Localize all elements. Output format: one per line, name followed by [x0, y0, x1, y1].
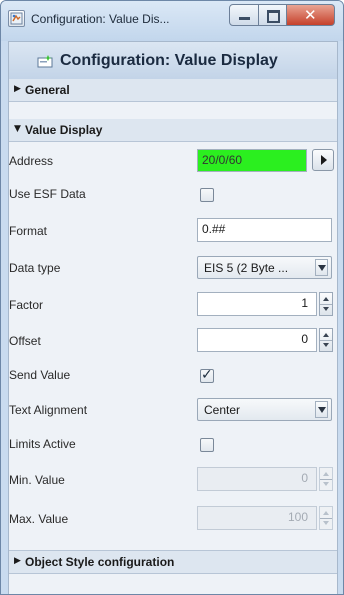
address-label: Address: [9, 154, 54, 168]
section-value-display[interactable]: ▼ Value Display: [9, 119, 337, 142]
min-value-field[interactable]: 0: [197, 467, 317, 491]
maximize-button[interactable]: [259, 4, 287, 26]
factor-field[interactable]: 1: [197, 292, 317, 316]
address-browse-button[interactable]: [312, 149, 334, 171]
section-general[interactable]: ▶ General: [9, 79, 337, 102]
spin-up-icon: [323, 511, 329, 515]
limits-active-checkbox[interactable]: [200, 438, 214, 452]
dropdown-arrow-icon: [315, 259, 328, 276]
factor-spinner[interactable]: [319, 292, 333, 316]
send-value-label: Send Value: [9, 368, 71, 382]
format-label: Format: [9, 224, 48, 238]
max-value-label: Max. Value: [9, 512, 69, 526]
use-esf-label: Use ESF Data: [9, 187, 86, 201]
window-title: Configuration: Value Dis...: [31, 12, 170, 26]
text-alignment-label: Text Alignment: [9, 403, 88, 417]
checkmark-icon: ✓: [201, 367, 213, 383]
limits-active-label: Limits Active: [9, 437, 76, 451]
spin-down-icon: [323, 307, 329, 311]
send-value-checkbox[interactable]: ✓: [200, 367, 214, 383]
offset-field[interactable]: 0: [197, 328, 317, 352]
max-value-spinner[interactable]: [319, 506, 333, 530]
maximize-icon: [267, 10, 280, 23]
max-value-field[interactable]: 100: [197, 506, 317, 530]
panel-title: Configuration: Value Display: [60, 52, 278, 69]
spin-up-icon: [323, 297, 329, 301]
close-button[interactable]: ✕: [287, 4, 335, 26]
section-object-style-label: Object Style configuration: [25, 555, 175, 569]
spin-up-icon: [323, 472, 329, 476]
edit-sparkle-icon: [37, 55, 53, 68]
data-type-label: Data type: [9, 261, 61, 275]
panel-header: Configuration: Value Display: [9, 42, 337, 80]
play-arrow-icon: [321, 155, 327, 165]
minimize-button[interactable]: [229, 4, 259, 26]
minimize-icon: [239, 17, 250, 20]
min-value-label: Min. Value: [9, 473, 65, 487]
factor-label: Factor: [9, 298, 44, 312]
data-type-select[interactable]: EIS 5 (2 Byte ...: [197, 256, 332, 279]
min-value-spinner[interactable]: [319, 467, 333, 491]
spin-down-icon: [323, 521, 329, 525]
configuration-window: Configuration: Value Dis... ✕ Configurat…: [0, 0, 344, 595]
data-type-value: EIS 5 (2 Byte ...: [204, 261, 289, 275]
app-window-icon: [8, 10, 25, 27]
spin-down-icon: [323, 482, 329, 486]
use-esf-checkbox[interactable]: [200, 188, 214, 202]
config-panel: Configuration: Value Display ▶ General ▼…: [8, 41, 338, 594]
format-field[interactable]: 0.##: [197, 218, 332, 242]
text-alignment-select[interactable]: Center: [197, 398, 332, 421]
collapse-arrow-icon: ▼: [14, 124, 21, 134]
address-field[interactable]: 20/0/60: [197, 149, 307, 172]
expand-arrow-icon: ▶: [14, 84, 21, 94]
text-alignment-value: Center: [204, 403, 241, 417]
section-general-label: General: [25, 83, 70, 97]
section-value-display-label: Value Display: [25, 123, 103, 137]
offset-label: Offset: [9, 334, 41, 348]
spin-down-icon: [323, 343, 329, 347]
close-icon: ✕: [304, 6, 317, 24]
title-bar[interactable]: Configuration: Value Dis... ✕: [1, 1, 343, 41]
dropdown-arrow-icon: [315, 401, 328, 418]
spin-up-icon: [323, 333, 329, 337]
section-object-style[interactable]: ▶ Object Style configuration: [9, 550, 337, 574]
window-controls: ✕: [229, 4, 339, 28]
expand-arrow-icon: ▶: [14, 556, 21, 566]
offset-spinner[interactable]: [319, 328, 333, 352]
